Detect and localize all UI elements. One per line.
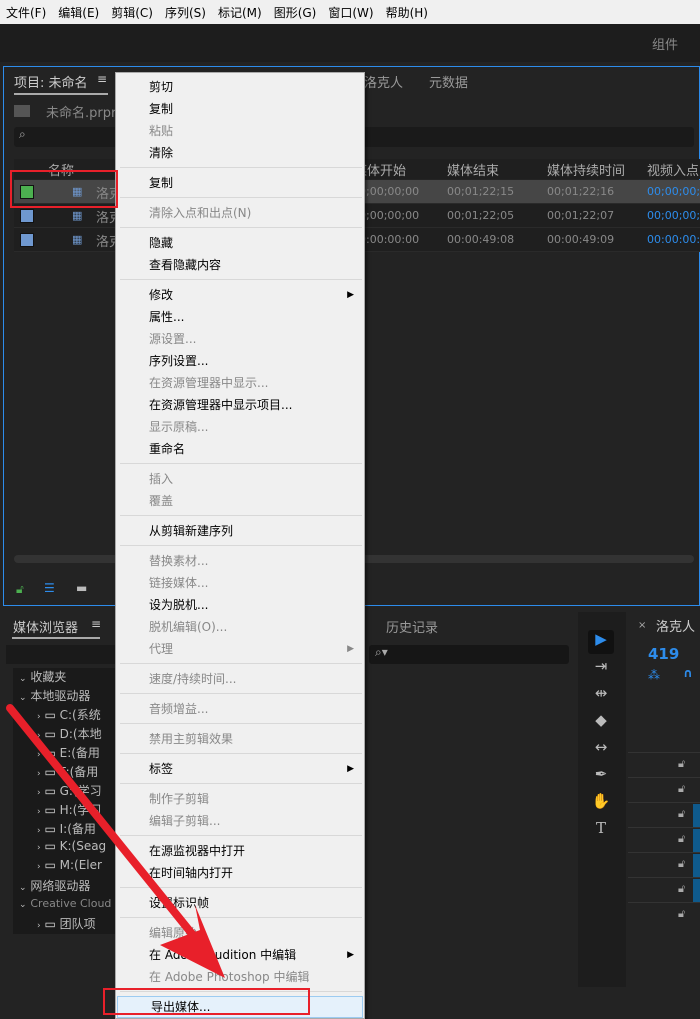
red-arrow-annotation — [6, 704, 225, 978]
arrow-head — [160, 905, 225, 978]
arrow-shaft — [6, 704, 209, 954]
